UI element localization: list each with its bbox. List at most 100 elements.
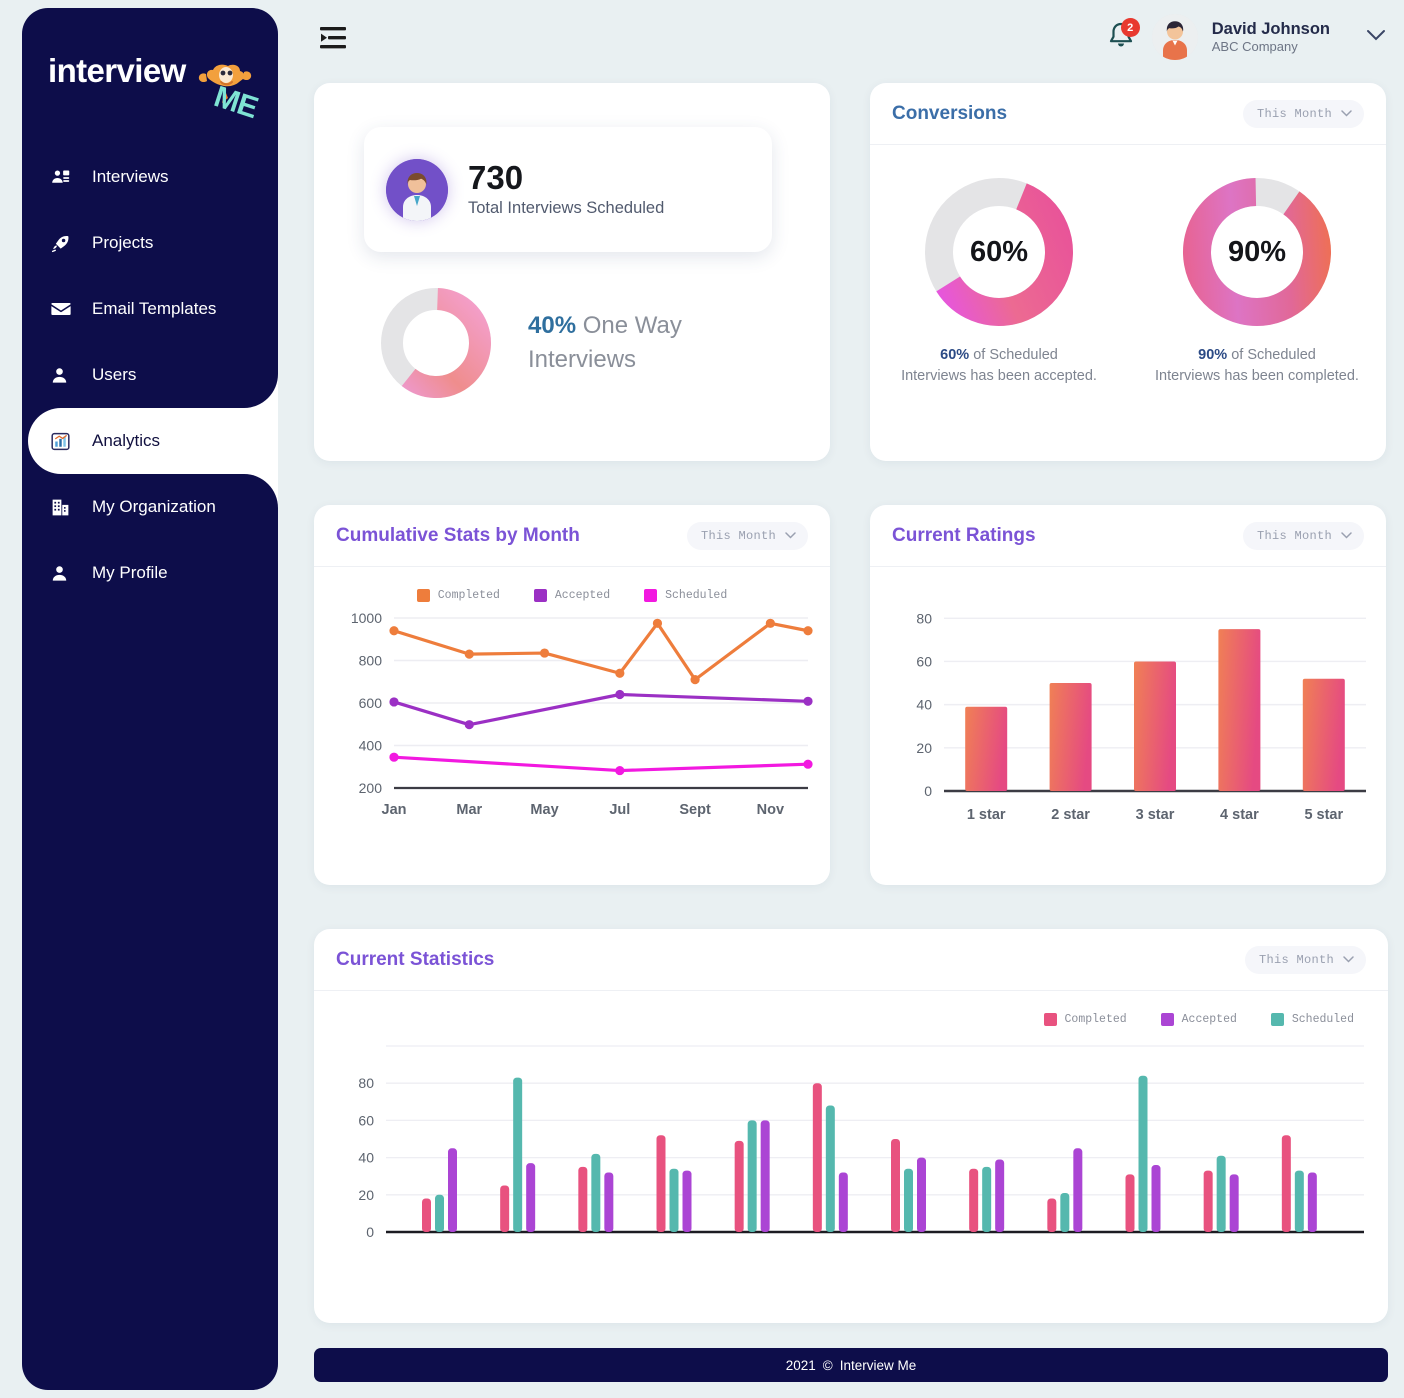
sidebar-item-label: My Organization bbox=[92, 497, 216, 516]
x-axis-tick: 2 star bbox=[1051, 807, 1090, 823]
bar bbox=[825, 1105, 835, 1232]
conversion-gauge-accepted: 60% 60% of Scheduled Interviews has been… bbox=[870, 173, 1128, 387]
bar bbox=[1047, 1198, 1057, 1232]
bar bbox=[1218, 629, 1261, 791]
one-way-percent: 40% bbox=[528, 311, 577, 339]
x-axis-tick: 4 star bbox=[1220, 807, 1259, 823]
avatar[interactable] bbox=[1151, 14, 1198, 60]
statistics-range-dropdown[interactable]: This Month bbox=[1244, 945, 1366, 974]
ratings-range-dropdown[interactable]: This Month bbox=[1242, 521, 1364, 550]
summary-card: 730 Total Interviews Scheduled 40% One W bbox=[314, 83, 830, 461]
legend-swatch-completed bbox=[416, 589, 430, 602]
legend-swatch-scheduled bbox=[644, 589, 658, 602]
y-axis-tick: 80 bbox=[358, 1075, 374, 1091]
ratings-range-label: This Month bbox=[1256, 528, 1332, 543]
data-point bbox=[765, 618, 775, 628]
sidebar-item-interviews[interactable]: Interviews bbox=[22, 144, 278, 210]
data-point bbox=[690, 675, 700, 685]
one-way-label-line1: One Way bbox=[582, 311, 682, 339]
chevron-down-icon[interactable] bbox=[1366, 28, 1386, 46]
y-axis-tick: 40 bbox=[358, 1150, 374, 1166]
conversions-title: Conversions bbox=[892, 102, 1008, 124]
cumulative-title: Cumulative Stats by Month bbox=[336, 524, 580, 546]
legend-swatch-scheduled bbox=[1270, 1013, 1284, 1026]
data-point bbox=[803, 759, 813, 769]
bar bbox=[682, 1170, 692, 1232]
data-point bbox=[539, 648, 550, 658]
sidebar-item-my-profile[interactable]: My Profile bbox=[22, 540, 278, 606]
sidebar-item-users[interactable]: Users bbox=[22, 342, 278, 408]
legend-item-accepted[interactable]: Accepted bbox=[1160, 1013, 1237, 1026]
completed-caption-line2: Interviews has been completed. bbox=[1155, 368, 1359, 385]
bar bbox=[656, 1135, 666, 1232]
bar bbox=[1060, 1192, 1070, 1232]
header-user-area: 2 David Johnson ABC Company bbox=[1106, 14, 1386, 60]
sidebar: interview ME Interviews Projects Email T… bbox=[22, 8, 278, 1390]
user-icon bbox=[50, 366, 80, 385]
brand-logo[interactable]: interview ME bbox=[22, 8, 278, 134]
data-point bbox=[615, 668, 625, 678]
cumulative-range-dropdown[interactable]: This Month bbox=[686, 521, 808, 550]
accepted-caption: 60% of Scheduled Interviews has been acc… bbox=[870, 345, 1128, 387]
legend-label-accepted: Accepted bbox=[1181, 1013, 1237, 1026]
sidebar-item-my-organization[interactable]: My Organization bbox=[22, 474, 278, 540]
total-interviews-label: Total Interviews Scheduled bbox=[468, 198, 665, 217]
cumulative-line-chart: 200 400 600 800 1000 Jan Mar May Jul Sept Nov bbox=[351, 610, 813, 818]
legend-label-accepted: Accepted bbox=[554, 589, 611, 602]
bar bbox=[1134, 661, 1176, 791]
bar bbox=[1216, 1155, 1226, 1232]
conversions-card: Conversions This Month 60% 60% of Schedu… bbox=[870, 83, 1386, 461]
statistics-legend: Completed Accepted Scheduled bbox=[314, 1013, 1388, 1026]
one-way-interviews-stat: 40% One Way Interviews bbox=[376, 283, 738, 403]
bar bbox=[1151, 1165, 1161, 1232]
total-interviews-tile: 730 Total Interviews Scheduled bbox=[364, 127, 772, 252]
legend-item-completed[interactable]: Completed bbox=[1043, 1013, 1127, 1026]
building-icon bbox=[50, 497, 80, 518]
legend-swatch-accepted bbox=[533, 589, 547, 602]
statistics-card-header: Current Statistics This Month bbox=[314, 929, 1388, 991]
legend-item-scheduled[interactable]: Scheduled bbox=[644, 589, 727, 602]
notification-badge: 2 bbox=[1120, 18, 1140, 37]
notification-bell-icon[interactable]: 2 bbox=[1106, 18, 1140, 54]
bar bbox=[982, 1166, 992, 1232]
legend-label-completed: Completed bbox=[1064, 1013, 1127, 1026]
completed-caption: 90% of Scheduled Interviews has been com… bbox=[1128, 345, 1386, 387]
data-point bbox=[389, 697, 399, 707]
y-axis-tick: 200 bbox=[359, 780, 383, 796]
footer-year: 2021 bbox=[785, 1357, 816, 1373]
conversions-range-dropdown[interactable]: This Month bbox=[1242, 99, 1364, 128]
completed-caption-percent: 90% bbox=[1198, 347, 1228, 363]
conversion-gauge-completed: 90% 90% of Scheduled Interviews has been… bbox=[1128, 173, 1386, 387]
sidebar-item-email-templates[interactable]: Email Templates bbox=[22, 276, 278, 342]
interviewer-avatar-icon bbox=[386, 158, 448, 221]
one-way-label-line2: Interviews bbox=[528, 346, 637, 373]
y-axis-tick: 0 bbox=[366, 1224, 374, 1240]
sidebar-item-analytics[interactable]: Analytics bbox=[28, 374, 278, 508]
one-way-text: 40% One Way Interviews bbox=[528, 309, 738, 377]
bar bbox=[1294, 1170, 1304, 1232]
brand-name: interview bbox=[48, 52, 186, 89]
bar bbox=[917, 1157, 926, 1232]
y-axis-tick: 20 bbox=[916, 740, 932, 756]
x-axis-tick: Sept bbox=[679, 802, 711, 818]
dashboard-root: interview ME Interviews Projects Email T… bbox=[0, 0, 1404, 1398]
sidebar-item-label: Email Templates bbox=[92, 299, 217, 318]
x-axis-tick: 3 star bbox=[1136, 807, 1175, 823]
legend-item-accepted[interactable]: Accepted bbox=[533, 589, 611, 602]
chevron-down-icon bbox=[785, 532, 796, 539]
y-axis-tick: 800 bbox=[359, 653, 383, 669]
sidebar-item-projects[interactable]: Projects bbox=[22, 210, 278, 276]
data-point bbox=[464, 649, 474, 659]
data-point bbox=[389, 626, 399, 636]
legend-item-completed[interactable]: Completed bbox=[416, 589, 500, 602]
data-point bbox=[803, 696, 813, 706]
bar bbox=[578, 1166, 588, 1232]
bar bbox=[760, 1120, 770, 1232]
collapse-sidebar-icon[interactable] bbox=[316, 24, 350, 52]
chevron-down-icon bbox=[1341, 532, 1352, 539]
legend-item-scheduled[interactable]: Scheduled bbox=[1270, 1013, 1354, 1026]
bar bbox=[1307, 1172, 1317, 1232]
current-statistics-grouped-bar-chart: 0 20 40 60 80 bbox=[358, 1045, 1364, 1240]
data-point bbox=[652, 618, 663, 628]
completed-caption-rest: of Scheduled bbox=[1227, 347, 1316, 363]
